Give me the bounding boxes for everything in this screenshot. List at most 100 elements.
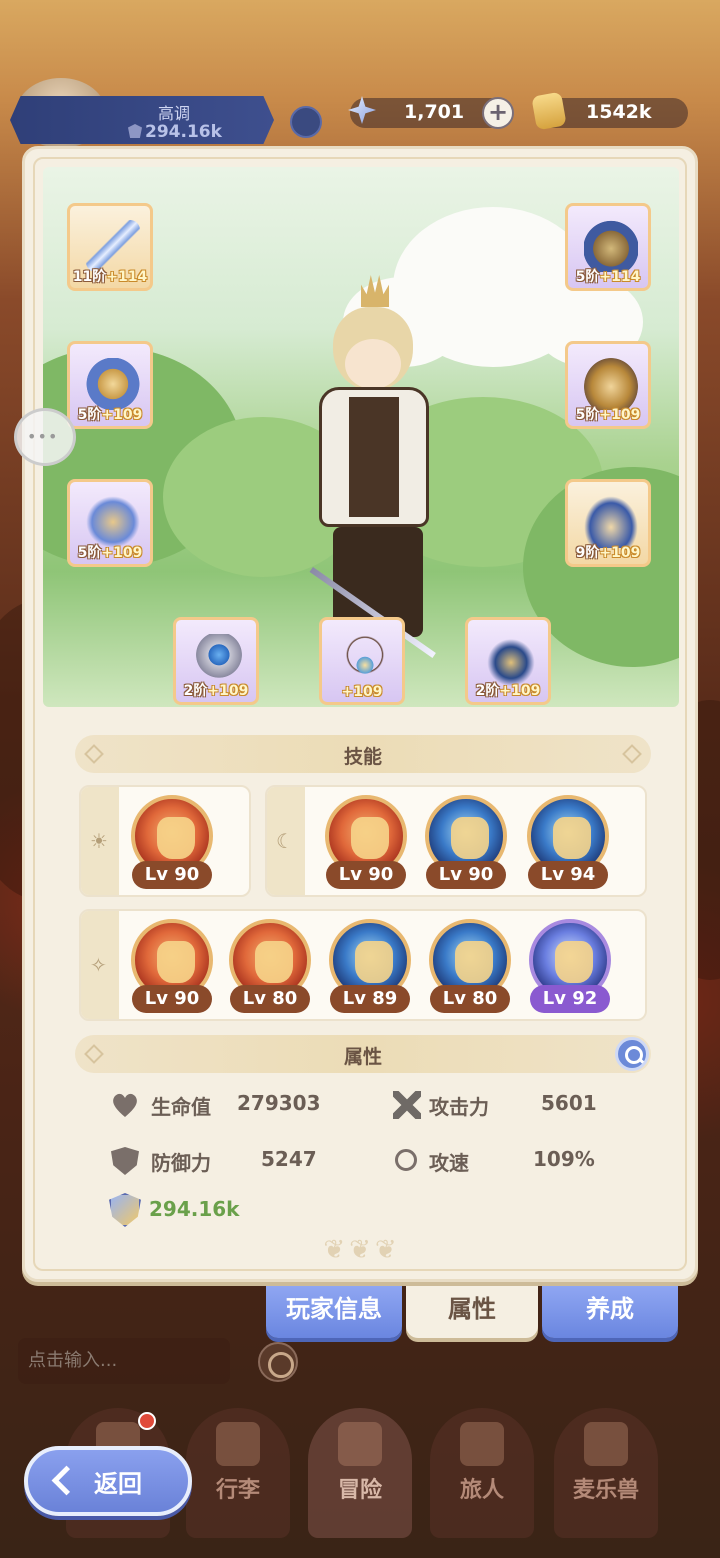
equip-tier: 5阶 — [575, 269, 600, 285]
skill-slot[interactable]: Lv 90 — [423, 793, 509, 893]
equip-plus: +109 — [499, 683, 541, 699]
back-button[interactable]: 返回 — [24, 1446, 192, 1516]
charm-icon — [484, 634, 538, 686]
sword-icon — [86, 220, 140, 272]
add-gems-button[interactable]: + — [482, 97, 514, 129]
skill-slot[interactable]: Lv 90 — [129, 793, 215, 893]
gold-value: 1542k — [586, 101, 652, 123]
nav-adventure-label: 冒险 — [337, 1478, 382, 1503]
chat-bubble-icon[interactable] — [14, 408, 76, 466]
shield-icon — [111, 1147, 139, 1175]
skill-level: Lv 94 — [528, 861, 608, 889]
skill-level: Lv 90 — [426, 861, 506, 889]
hp-label: 生命值 — [151, 1095, 211, 1119]
equip-plus: +109 — [101, 545, 143, 561]
attack-label: 攻击力 — [429, 1095, 489, 1119]
equip-plus: +114 — [106, 269, 148, 285]
attack-speed-icon — [395, 1149, 417, 1171]
equip-plus: +109 — [599, 545, 641, 561]
nav-adventure[interactable]: 冒险 — [308, 1408, 412, 1538]
nav-bag-label: 行李 — [215, 1478, 260, 1503]
hp-value: 279303 — [237, 1091, 321, 1115]
skill-level: Lv 90 — [132, 985, 212, 1013]
equip-plus: +109 — [207, 683, 249, 699]
tab-player-info[interactable]: 玩家信息 — [266, 1286, 402, 1338]
decorative-ornament: ❦❦❦ — [323, 1235, 401, 1265]
combat-power-icon — [109, 1193, 141, 1227]
attributes-title: 属性 — [343, 1046, 382, 1068]
nav-traveler-label: 旅人 — [459, 1478, 504, 1503]
back-label: 返回 — [94, 1470, 142, 1498]
defense-value: 5247 — [261, 1147, 317, 1171]
skill-slot[interactable]: Lv 80 — [227, 917, 313, 1017]
skill-level: Lv 80 — [230, 985, 310, 1013]
chat-input[interactable]: 点击输入... — [18, 1338, 230, 1384]
moon-icon: ☾ — [276, 829, 294, 853]
equip-slot-armor[interactable]: 5阶+109 — [67, 341, 153, 429]
gold-icon — [531, 91, 568, 132]
back-arrow-icon — [50, 1462, 84, 1500]
equip-slot-charm[interactable]: 2阶+109 — [465, 617, 551, 705]
equip-slot-helmet[interactable]: 5阶+114 — [565, 203, 651, 291]
gem-value: 1,701 — [404, 101, 465, 123]
equip-slot-gloves[interactable]: 5阶+109 — [565, 341, 651, 429]
nav-traveler[interactable]: 旅人 — [430, 1408, 534, 1538]
heart-icon — [111, 1091, 139, 1119]
armor-icon — [86, 358, 140, 410]
sparkle-icon: ✧ — [90, 953, 107, 977]
defense-label: 防御力 — [151, 1151, 211, 1175]
equip-slot-boots[interactable]: 9阶+109 — [565, 479, 651, 567]
attribute-detail-search-button[interactable] — [615, 1037, 649, 1071]
equip-tier: 5阶 — [77, 545, 102, 561]
equip-plus: +109 — [599, 407, 641, 423]
skill-slot[interactable]: Lv 80 — [427, 917, 513, 1017]
skills-header: 技能 — [75, 735, 651, 773]
equip-slot-ring[interactable]: 2阶+109 — [173, 617, 259, 705]
player-name: 高调 — [158, 104, 191, 123]
equip-slot-weapon[interactable]: 11阶+114 — [67, 203, 153, 291]
equip-tier: 5阶 — [77, 407, 102, 423]
skill-level: Lv 92 — [530, 985, 610, 1013]
equip-tier: 5阶 — [575, 407, 600, 423]
character-panel: 11阶+114 5阶+114 5阶+109 5阶+109 5阶+109 9阶+1… — [22, 146, 698, 1282]
equip-slot-necklace[interactable]: +109 — [319, 617, 405, 705]
sun-icon: ☀ — [90, 829, 108, 853]
equip-plus: +109 — [101, 407, 143, 423]
tab-cultivate[interactable]: 养成 — [542, 1286, 678, 1338]
gem-icon — [344, 92, 380, 132]
speed-value: 109% — [533, 1147, 595, 1171]
tab-attributes[interactable]: 属性 — [406, 1286, 538, 1338]
nav-bag[interactable]: 行李 — [186, 1408, 290, 1538]
equip-slot-pants[interactable]: 5阶+109 — [67, 479, 153, 567]
skill-level: Lv 80 — [430, 985, 510, 1013]
nav-pet[interactable]: 麦乐兽 — [554, 1408, 658, 1538]
speed-label: 攻速 — [429, 1151, 469, 1175]
player-power: 294.16k — [128, 122, 222, 142]
guild-icon[interactable] — [290, 106, 322, 138]
skill-slot[interactable]: Lv 94 — [525, 793, 611, 893]
skill-level: Lv 90 — [132, 861, 212, 889]
skill-slot[interactable]: Lv 92 — [527, 917, 613, 1017]
equip-tier: 9阶 — [575, 545, 600, 561]
equip-plus: +109 — [341, 684, 383, 700]
nav-pet-label: 麦乐兽 — [572, 1478, 639, 1503]
skill-level: Lv 89 — [330, 985, 410, 1013]
skill-slot[interactable]: Lv 90 — [129, 917, 215, 1017]
equip-tier: 11阶 — [72, 269, 107, 285]
bag-icon — [216, 1422, 260, 1466]
hero-character[interactable] — [283, 267, 483, 658]
skill-slot[interactable]: Lv 89 — [327, 917, 413, 1017]
skill-level: Lv 90 — [326, 861, 406, 889]
boots-icon — [584, 496, 638, 548]
pants-icon — [86, 496, 140, 548]
skill-slot[interactable]: Lv 90 — [323, 793, 409, 893]
helmet-icon — [584, 220, 638, 272]
notification-dot — [138, 1412, 156, 1430]
emoji-icon[interactable] — [258, 1342, 298, 1382]
pet-icon — [584, 1422, 628, 1466]
skills-title: 技能 — [343, 746, 382, 768]
ring-icon — [192, 634, 246, 686]
day-skill-group: ☀ Lv 90 — [79, 785, 251, 897]
traveler-icon — [460, 1422, 504, 1466]
top-bar: 高调 294.16k 1,701 + 1542k — [0, 78, 720, 148]
